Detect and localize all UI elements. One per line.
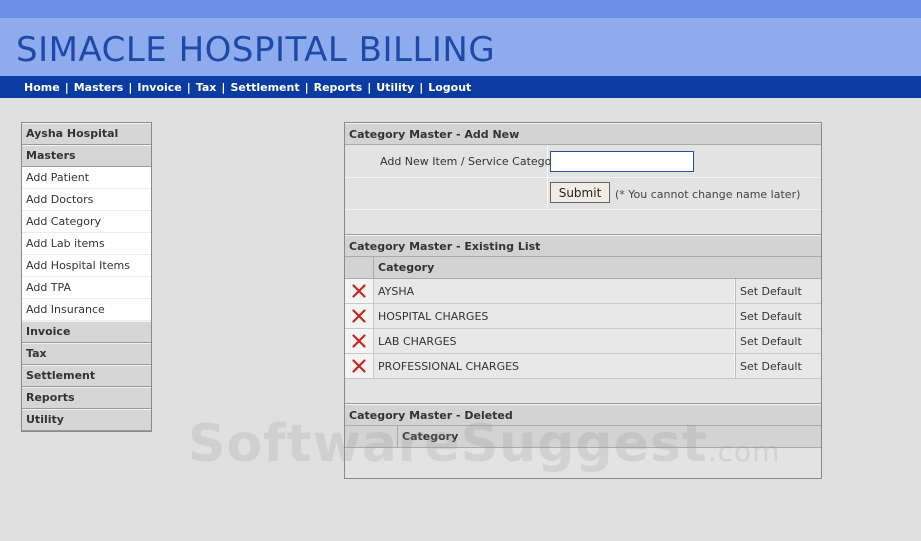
set-default-link[interactable]: Set Default (735, 279, 821, 303)
existing-list-header: Category (345, 257, 821, 279)
sidebar-section-invoice[interactable]: Invoice (22, 321, 151, 343)
delete-icon[interactable] (345, 279, 374, 303)
sidebar-item-add-category[interactable]: Add Category (22, 211, 151, 233)
sidebar-item-add-insurance[interactable]: Add Insurance (22, 299, 151, 321)
name-change-note: (* You cannot change name later) (615, 188, 801, 201)
submit-button[interactable]: Submit (550, 182, 610, 203)
table-row: PROFESSIONAL CHARGES Set Default (345, 354, 821, 379)
sidebar-section-masters[interactable]: Masters (22, 145, 151, 167)
nav-masters[interactable]: Masters (74, 81, 124, 94)
nav-utility[interactable]: Utility (376, 81, 414, 94)
sidebar: Aysha Hospital Masters Add Patient Add D… (21, 122, 152, 432)
sidebar-section-settlement[interactable]: Settlement (22, 365, 151, 387)
top-strip (0, 0, 921, 18)
table-row: LAB CHARGES Set Default (345, 329, 821, 354)
set-default-link[interactable]: Set Default (735, 304, 821, 328)
deleted-list-header: Category (345, 426, 821, 448)
category-field-label: Add New Item / Service Category (380, 155, 563, 168)
deleted-list-title: Category Master - Deleted (345, 404, 821, 426)
main-nav: Home | Masters | Invoice | Tax | Settlement | Repo… (0, 76, 921, 98)
set-default-link[interactable]: Set Default (735, 329, 821, 353)
category-name-input[interactable] (550, 151, 694, 172)
sidebar-item-add-doctors[interactable]: Add Doctors (22, 189, 151, 211)
existing-list-title: Category Master - Existing List (345, 235, 821, 257)
category-name: HOSPITAL CHARGES (374, 304, 735, 328)
sidebar-item-add-patient[interactable]: Add Patient (22, 167, 151, 189)
nav-reports[interactable]: Reports (314, 81, 363, 94)
table-row: AYSHA Set Default (345, 279, 821, 304)
app-title: SIMACLE HOSPITAL BILLING (16, 30, 496, 70)
sidebar-section-tax[interactable]: Tax (22, 343, 151, 365)
sidebar-item-add-tpa[interactable]: Add TPA (22, 277, 151, 299)
existing-category-column: Category (378, 261, 435, 274)
delete-icon[interactable] (345, 304, 374, 328)
deleted-category-column: Category (402, 430, 459, 443)
nav-logout[interactable]: Logout (428, 81, 471, 94)
app-header: SIMACLE HOSPITAL BILLING (0, 18, 921, 76)
set-default-link[interactable]: Set Default (735, 354, 821, 378)
nav-settlement[interactable]: Settlement (230, 81, 299, 94)
category-name: LAB CHARGES (374, 329, 735, 353)
delete-icon[interactable] (345, 329, 374, 353)
add-new-form: Add New Item / Service Category Submit (… (345, 145, 821, 209)
sidebar-section-reports[interactable]: Reports (22, 387, 151, 409)
add-new-title: Category Master - Add New (345, 123, 821, 145)
category-name: AYSHA (374, 279, 735, 303)
nav-tax[interactable]: Tax (196, 81, 217, 94)
sidebar-item-add-lab-items[interactable]: Add Lab items (22, 233, 151, 255)
sidebar-item-add-hospital-items[interactable]: Add Hospital Items (22, 255, 151, 277)
category-name: PROFESSIONAL CHARGES (374, 354, 735, 378)
delete-icon[interactable] (345, 354, 374, 378)
category-master-panel: Category Master - Add New Add New Item /… (344, 122, 822, 479)
table-row: HOSPITAL CHARGES Set Default (345, 304, 821, 329)
sidebar-hospital-name: Aysha Hospital (22, 123, 151, 145)
nav-home[interactable]: Home (24, 81, 60, 94)
nav-invoice[interactable]: Invoice (137, 81, 181, 94)
sidebar-section-utility[interactable]: Utility (22, 409, 151, 431)
